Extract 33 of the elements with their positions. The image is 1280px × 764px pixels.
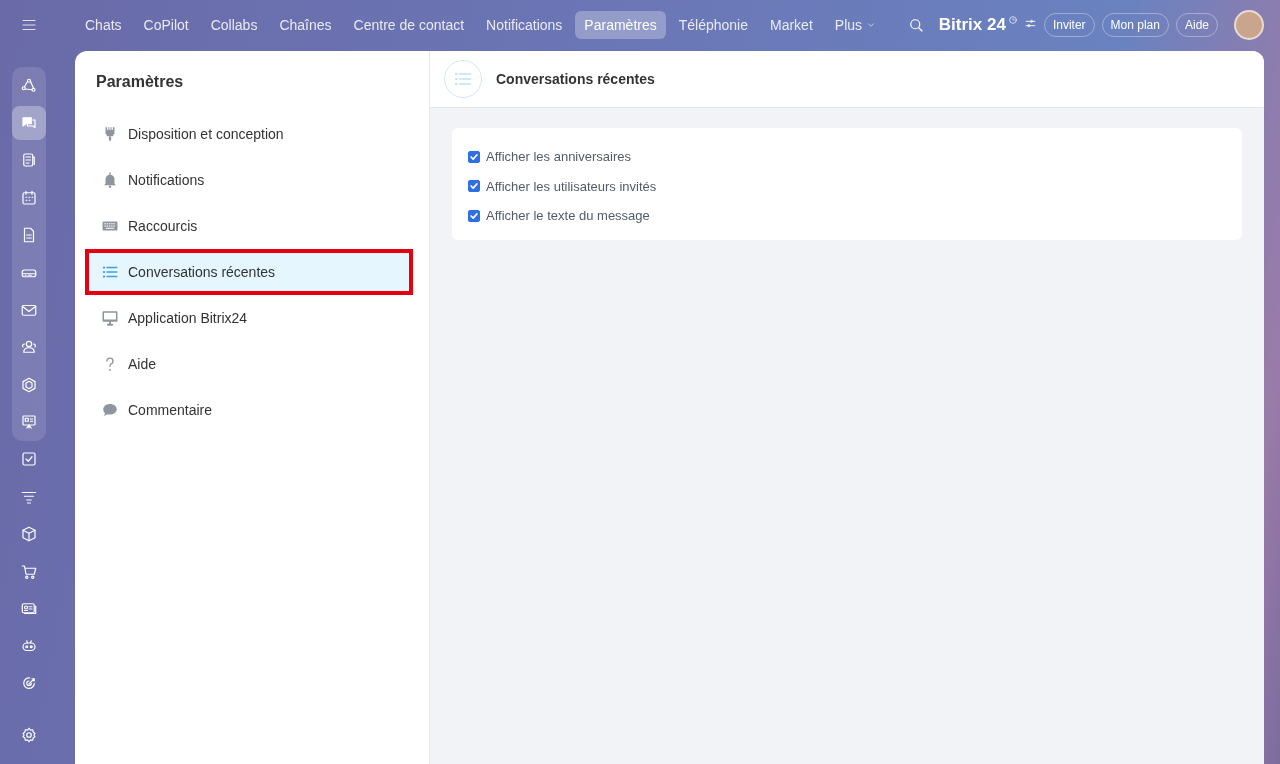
nav-tab[interactable]: Chaînes [270,11,341,39]
settings-menu-item[interactable]: Raccourcis [85,203,413,249]
checkbox-label[interactable]: Afficher le texte du message [486,208,650,224]
panel-title: Paramètres [96,73,185,91]
nav-tab[interactable]: Collabs [201,11,267,39]
sliders-icon [1023,17,1037,30]
clock-icon [1007,15,1018,25]
checkbox[interactable] [468,209,480,222]
checkbox[interactable] [468,180,480,193]
comment-icon [101,401,119,419]
settings-menu-item[interactable]: Application Bitrix24 [85,295,413,341]
settings-menu-item[interactable]: Commentaire [85,387,413,433]
nav-tab[interactable]: Market [761,11,822,39]
section-title: Conversations récentes [496,71,655,87]
settings-menu-item[interactable]: Conversations récentes [85,249,413,295]
chat-icon[interactable] [12,106,46,141]
checkbox-label[interactable]: Afficher les anniversaires [486,149,631,165]
checkbox-label[interactable]: Afficher les utilisateurs invités [486,178,657,194]
chevron-down-icon [866,20,877,30]
nav-tab[interactable]: Centre de contact [344,11,474,39]
settings-menu-item[interactable]: Notifications [85,157,413,203]
checkbox[interactable] [468,150,480,163]
settings-menu-item[interactable]: Aide [85,341,413,387]
nav-tab[interactable]: Notifications [477,11,572,39]
logo[interactable]: Bitrix 24 [938,15,1006,35]
nav-tab[interactable]: Paramètres [575,11,666,39]
nav-tab[interactable]: Téléphonie [669,11,757,39]
more-menu[interactable]: Plus [825,11,886,39]
nav-tab[interactable]: CoPilot [134,11,198,39]
avatar[interactable] [1234,10,1264,40]
nav-tab[interactable]: Chats [76,11,131,39]
monitor-icon [101,309,119,327]
settings-menu-item[interactable]: Disposition et conception [85,111,413,157]
